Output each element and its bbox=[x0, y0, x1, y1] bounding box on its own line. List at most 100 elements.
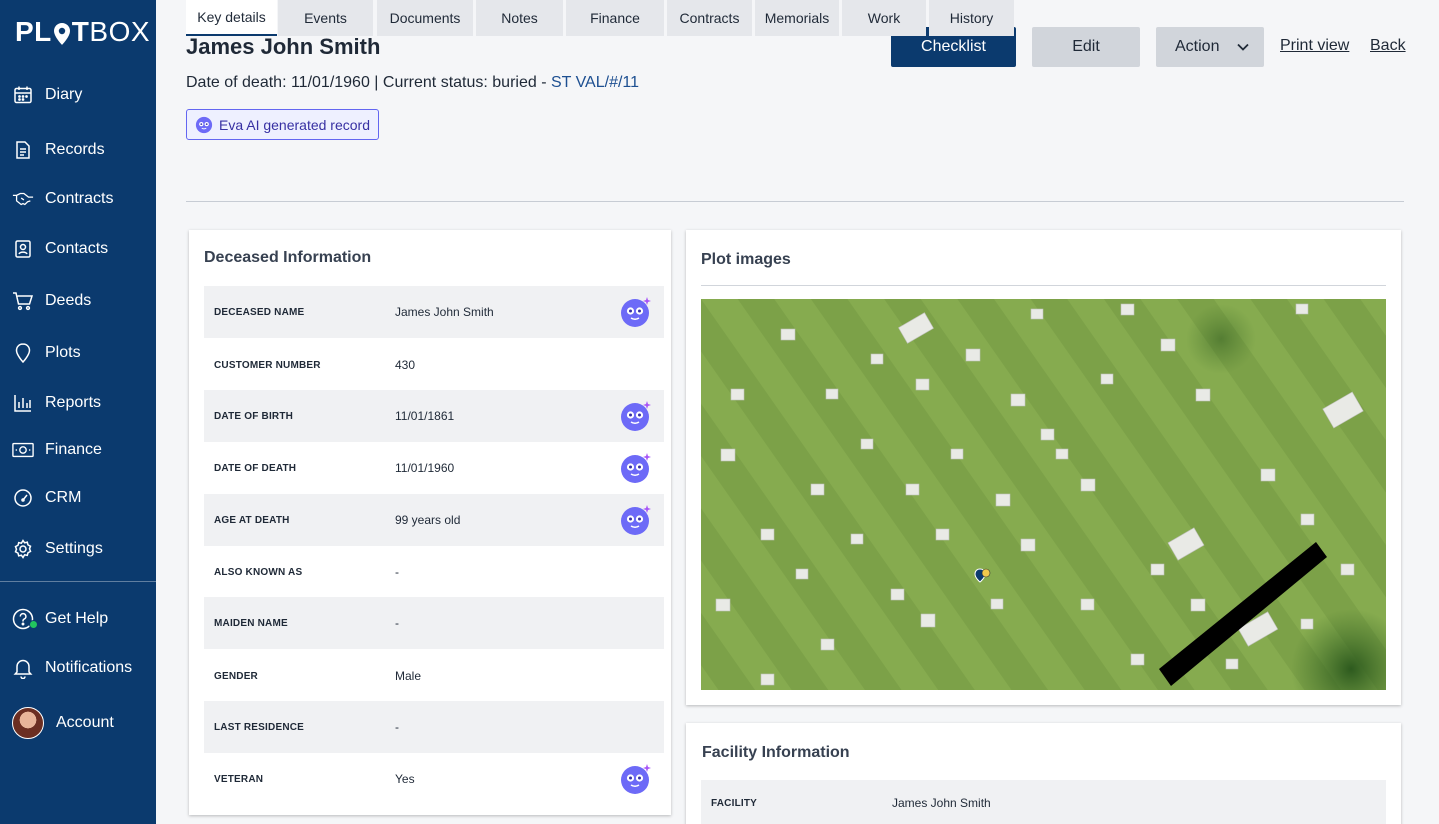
calendar-icon bbox=[12, 84, 34, 106]
plot-reference-link[interactable]: ST VAL/#/11 bbox=[551, 74, 639, 91]
avatar bbox=[12, 707, 44, 739]
card-title: Facility Information bbox=[702, 744, 850, 761]
tab-memorials[interactable]: Memorials bbox=[755, 0, 839, 36]
table-row: FACILITY James John Smith bbox=[701, 780, 1386, 824]
eva-ai-icon[interactable] bbox=[620, 763, 652, 795]
table-row: GENDER Male bbox=[204, 650, 664, 702]
action-label: Action bbox=[1175, 38, 1220, 55]
field-label: MAIDEN NAME bbox=[214, 617, 288, 629]
action-dropdown-button[interactable]: Action bbox=[1156, 27, 1264, 67]
table-row: CUSTOMER NUMBER 430 bbox=[204, 340, 664, 390]
eva-ai-icon bbox=[195, 116, 213, 133]
sidebar-item-label: Settings bbox=[45, 540, 103, 557]
plotbox-logo[interactable]: PL T BOX bbox=[15, 16, 150, 48]
sidebar-item-reports[interactable]: Reports bbox=[0, 385, 156, 421]
back-link[interactable]: Back bbox=[1370, 37, 1406, 55]
sidebar-divider bbox=[0, 581, 156, 582]
document-icon bbox=[12, 139, 34, 161]
tab-underline bbox=[186, 201, 1404, 202]
sidebar-item-contacts[interactable]: Contacts bbox=[0, 231, 156, 267]
field-label: VETERAN bbox=[214, 773, 264, 785]
sidebar-item-get-help[interactable]: Get Help bbox=[0, 601, 156, 637]
eva-ai-icon[interactable] bbox=[620, 452, 652, 484]
logo-text-left: PL bbox=[15, 16, 52, 47]
field-label: GENDER bbox=[214, 670, 258, 682]
eva-ai-icon[interactable] bbox=[620, 504, 652, 536]
sidebar-item-diary[interactable]: Diary bbox=[0, 77, 156, 113]
field-value: 11/01/1861 bbox=[395, 409, 455, 423]
sidebar-item-label: CRM bbox=[45, 489, 82, 506]
tab-work[interactable]: Work bbox=[842, 0, 926, 36]
field-label: ALSO KNOWN AS bbox=[214, 566, 303, 578]
card-title: Plot images bbox=[701, 251, 791, 268]
handshake-icon bbox=[12, 188, 34, 210]
card-title: Deceased Information bbox=[204, 249, 372, 266]
field-value: Male bbox=[395, 669, 422, 683]
table-row: DATE OF DEATH 11/01/1960 bbox=[204, 442, 664, 494]
table-row: ALSO KNOWN AS - bbox=[204, 546, 664, 598]
eva-ai-icon[interactable] bbox=[620, 400, 652, 432]
table-row: DATE OF BIRTH 11/01/1861 bbox=[204, 390, 664, 442]
field-value: - bbox=[395, 720, 399, 734]
sidebar-item-label: Diary bbox=[45, 86, 83, 103]
tab-history[interactable]: History bbox=[929, 0, 1014, 36]
bar-chart-icon bbox=[12, 392, 34, 414]
field-label: AGE AT DEATH bbox=[214, 514, 290, 526]
sidebar-item-plots[interactable]: Plots bbox=[0, 335, 156, 371]
table-row: LAST RESIDENCE - bbox=[204, 701, 664, 753]
sidebar-item-notifications[interactable]: Notifications bbox=[0, 650, 156, 686]
field-value: 99 years old bbox=[395, 513, 461, 527]
table-row: AGE AT DEATH 99 years old bbox=[204, 494, 664, 546]
sidebar-item-label: Finance bbox=[45, 441, 102, 458]
bell-icon bbox=[12, 657, 34, 679]
record-summary: Date of death: 11/01/1960 | Current stat… bbox=[186, 74, 639, 92]
edit-button[interactable]: Edit bbox=[1032, 27, 1140, 67]
sidebar-item-crm[interactable]: CRM bbox=[0, 480, 156, 516]
sidebar-item-finance[interactable]: Finance bbox=[0, 432, 156, 468]
table-row: VETERAN Yes bbox=[204, 753, 664, 805]
deceased-information-card: Deceased Information DECEASED NAME James… bbox=[189, 230, 671, 815]
sidebar-item-settings[interactable]: Settings bbox=[0, 531, 156, 567]
sidebar-item-records[interactable]: Records bbox=[0, 132, 156, 168]
sidebar: PL T BOX Diary Records Contracts Contact… bbox=[0, 0, 156, 824]
tab-events[interactable]: Events bbox=[278, 0, 373, 36]
sidebar-item-label: Plots bbox=[45, 344, 81, 361]
field-value: Yes bbox=[395, 772, 415, 786]
sidebar-item-label: Reports bbox=[45, 394, 102, 411]
banknote-icon bbox=[12, 439, 34, 461]
aerial-cemetery-photo[interactable] bbox=[701, 299, 1386, 690]
field-value: James John Smith bbox=[395, 305, 494, 319]
tab-finance[interactable]: Finance bbox=[566, 0, 664, 36]
aerial-photo-drawing bbox=[701, 299, 1386, 690]
field-label: DECEASED NAME bbox=[214, 306, 305, 318]
table-row: MAIDEN NAME - bbox=[204, 597, 664, 649]
tab-notes[interactable]: Notes bbox=[476, 0, 563, 36]
field-value: - bbox=[395, 616, 399, 630]
field-label: DATE OF DEATH bbox=[214, 462, 297, 474]
field-value: - bbox=[395, 565, 399, 579]
tab-documents[interactable]: Documents bbox=[377, 0, 473, 36]
sidebar-item-label: Records bbox=[45, 141, 105, 158]
logo-text-mid: T bbox=[71, 16, 90, 47]
sidebar-item-label: Deeds bbox=[45, 292, 92, 309]
cart-icon bbox=[12, 290, 34, 312]
facility-information-card: Facility Information FACILITY James John… bbox=[686, 723, 1401, 824]
chevron-down-icon bbox=[1237, 43, 1249, 51]
sidebar-item-deeds[interactable]: Deeds bbox=[0, 283, 156, 319]
field-value: James John Smith bbox=[892, 796, 991, 810]
table-row: DECEASED NAME James John Smith bbox=[204, 286, 664, 338]
sidebar-item-contracts[interactable]: Contracts bbox=[0, 181, 156, 217]
eva-ai-icon[interactable] bbox=[620, 296, 652, 328]
eva-ai-badge-label: Eva AI generated record bbox=[219, 116, 370, 133]
sidebar-item-label: Account bbox=[56, 714, 114, 731]
status-text: Date of death: 11/01/1960 | Current stat… bbox=[186, 74, 551, 91]
location-pin-icon bbox=[12, 342, 34, 364]
tab-contracts[interactable]: Contracts bbox=[667, 0, 752, 36]
logo-text-right: BOX bbox=[89, 16, 151, 47]
tab-key-details[interactable]: Key details bbox=[186, 0, 277, 36]
field-label: DATE OF BIRTH bbox=[214, 410, 294, 422]
sidebar-item-label: Contacts bbox=[45, 240, 109, 257]
gauge-icon bbox=[12, 487, 34, 509]
sidebar-item-account[interactable]: Account bbox=[0, 705, 156, 741]
print-view-link[interactable]: Print view bbox=[1280, 37, 1349, 55]
